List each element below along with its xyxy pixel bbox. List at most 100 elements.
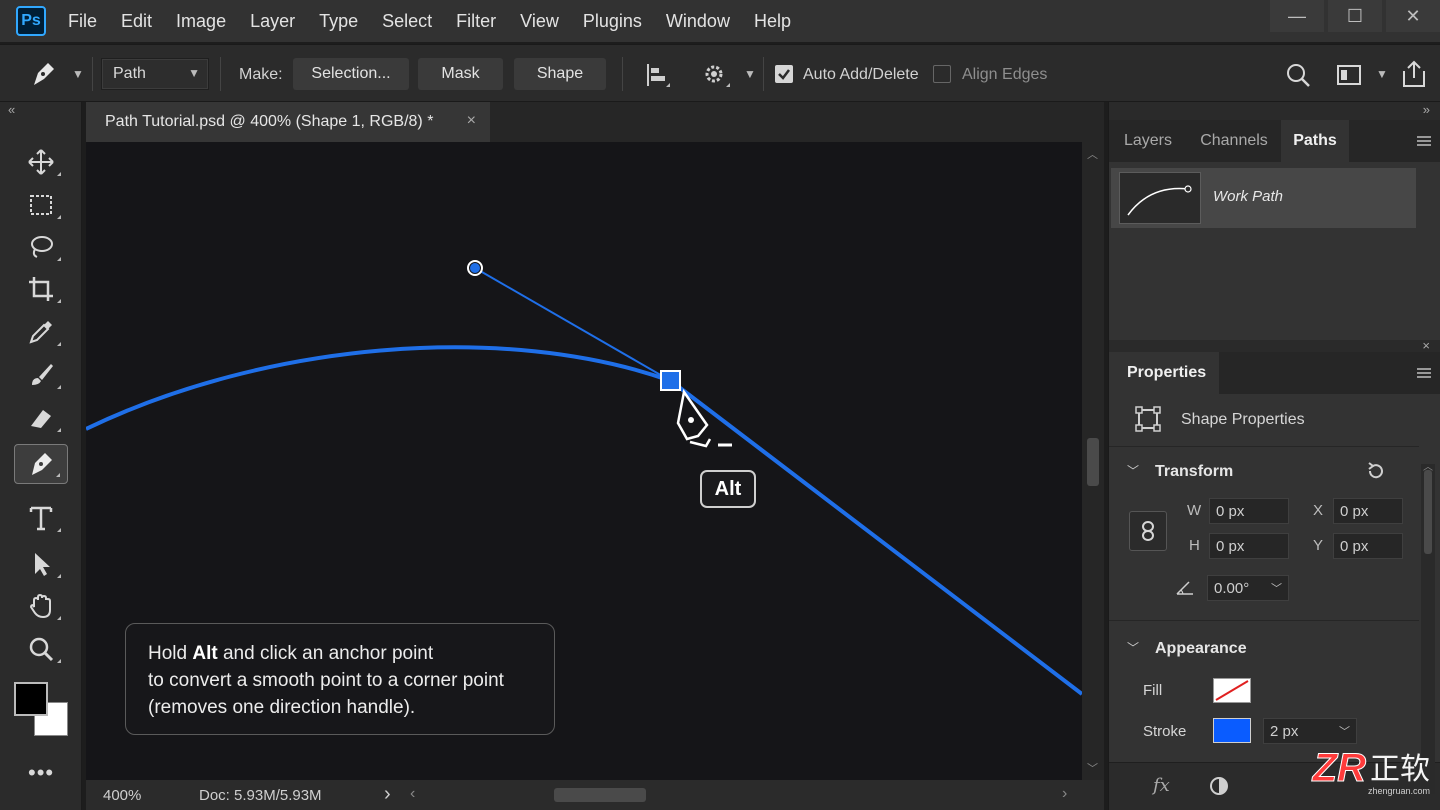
- maximize-button[interactable]: ☐: [1328, 0, 1382, 32]
- panel-menu-icon[interactable]: [1417, 368, 1431, 378]
- align-edges-label: Align Edges: [962, 66, 1048, 83]
- crop-tool[interactable]: [14, 269, 68, 309]
- y-value: 0 px: [1340, 537, 1369, 555]
- stroke-label: Stroke: [1143, 723, 1187, 740]
- workspace-button[interactable]: [1336, 63, 1364, 87]
- share-button[interactable]: [1400, 59, 1428, 89]
- lasso-tool[interactable]: [14, 227, 68, 267]
- fill-swatch[interactable]: [1213, 678, 1251, 703]
- angle-field[interactable]: 0.00° ﹀: [1207, 575, 1289, 601]
- y-field[interactable]: 0 px: [1333, 533, 1403, 559]
- menu-image[interactable]: Image: [176, 0, 226, 42]
- submenu-indicator: [57, 342, 61, 346]
- hand-tool[interactable]: [14, 586, 68, 626]
- stroke-width-field[interactable]: 2 px ﹀: [1263, 718, 1357, 744]
- menu-edit[interactable]: Edit: [121, 0, 152, 42]
- align-edges-checkbox[interactable]: [933, 65, 951, 83]
- close-window-button[interactable]: ✕: [1386, 0, 1440, 32]
- more-tools-icon[interactable]: •••: [28, 760, 54, 786]
- tool-preset-picker[interactable]: [26, 59, 66, 89]
- status-menu-arrow-icon[interactable]: ›: [384, 783, 391, 806]
- x-label: X: [1313, 502, 1324, 519]
- zoom-level[interactable]: 400%: [103, 787, 141, 804]
- watermark-cn: 正软: [1370, 753, 1430, 786]
- divider: [92, 57, 93, 91]
- tab-channels[interactable]: Channels: [1187, 120, 1281, 162]
- make-selection-button[interactable]: Selection...: [293, 58, 409, 90]
- auto-add-delete-checkbox[interactable]: [775, 65, 793, 83]
- mode-select-value: Path: [113, 65, 146, 82]
- width-value: 0 px: [1216, 502, 1245, 520]
- canvas-vertical-scrollbar[interactable]: ︿ ﹀: [1082, 142, 1104, 780]
- menu-window[interactable]: Window: [666, 0, 730, 42]
- menu-help[interactable]: Help: [754, 0, 791, 42]
- tab-properties[interactable]: Properties: [1109, 352, 1219, 394]
- fx-icon[interactable]: fx: [1153, 775, 1170, 796]
- scroll-right-icon[interactable]: ›: [1062, 785, 1067, 803]
- panel-menu-icon[interactable]: [1417, 136, 1431, 146]
- brush-tool[interactable]: [14, 355, 68, 395]
- close-panel-icon[interactable]: ×: [1422, 338, 1430, 353]
- width-field[interactable]: 0 px: [1209, 498, 1289, 524]
- type-tool[interactable]: [14, 498, 68, 538]
- chevron-down-icon[interactable]: ﹀: [1127, 462, 1139, 479]
- scrollbar-thumb[interactable]: [1424, 470, 1432, 554]
- stroke-swatch[interactable]: [1213, 718, 1251, 743]
- foreground-color-swatch[interactable]: [14, 682, 48, 716]
- chevron-down-icon[interactable]: ▼: [744, 67, 756, 81]
- chevron-down-icon: ▼: [188, 66, 200, 80]
- search-button[interactable]: [1284, 61, 1312, 89]
- path-options-button[interactable]: [700, 59, 732, 89]
- maximize-icon: ☐: [1346, 5, 1364, 26]
- anchor-point: [660, 370, 681, 391]
- close-tab-icon[interactable]: ×: [467, 112, 476, 130]
- height-field[interactable]: 0 px: [1209, 533, 1289, 559]
- menu-layer[interactable]: Layer: [250, 0, 295, 42]
- menu-select[interactable]: Select: [382, 0, 432, 42]
- path-alignment-button[interactable]: [642, 61, 672, 89]
- link-dimensions-button[interactable]: [1129, 511, 1167, 551]
- chevron-down-icon: ﹀: [1339, 726, 1350, 738]
- document-tab-title: Path Tutorial.psd @ 400% (Shape 1, RGB/8…: [105, 113, 434, 130]
- reset-transform-button[interactable]: [1365, 460, 1387, 482]
- submenu-indicator: [57, 428, 61, 432]
- move-tool[interactable]: [14, 142, 68, 182]
- scrollbar-thumb[interactable]: [1087, 438, 1099, 486]
- hint-text: Hold: [148, 643, 193, 664]
- scroll-down-icon[interactable]: ﹀: [1087, 760, 1098, 776]
- chevron-down-icon[interactable]: ▼: [72, 67, 84, 81]
- chevron-down-icon[interactable]: ▼: [1376, 67, 1388, 81]
- tab-layers[interactable]: Layers: [1109, 120, 1187, 162]
- scroll-up-icon[interactable]: ︿: [1087, 146, 1098, 162]
- make-shape-button[interactable]: Shape: [514, 58, 606, 90]
- minimize-button[interactable]: —: [1270, 0, 1324, 32]
- color-swatches[interactable]: [14, 682, 70, 738]
- eraser-tool[interactable]: [14, 398, 68, 438]
- path-row[interactable]: Work Path: [1111, 168, 1416, 228]
- path-selection-tool[interactable]: [14, 544, 68, 584]
- chevron-down-icon[interactable]: ﹀: [1127, 639, 1139, 656]
- eyedropper-tool[interactable]: [14, 312, 68, 352]
- zoom-tool[interactable]: [14, 629, 68, 669]
- divider: [622, 57, 623, 91]
- tab-paths[interactable]: Paths: [1281, 120, 1349, 162]
- menu-type[interactable]: Type: [319, 0, 358, 42]
- document-tab[interactable]: Path Tutorial.psd @ 400% (Shape 1, RGB/8…: [86, 102, 490, 142]
- properties-scrollbar[interactable]: ︿: [1421, 462, 1435, 794]
- menu-file[interactable]: File: [68, 0, 97, 42]
- pen-tool[interactable]: [14, 444, 68, 484]
- submenu-indicator: [57, 616, 61, 620]
- scroll-left-icon[interactable]: ‹: [410, 785, 415, 803]
- marquee-tool[interactable]: [14, 185, 68, 225]
- menu-filter[interactable]: Filter: [456, 0, 496, 42]
- make-mask-button[interactable]: Mask: [418, 58, 503, 90]
- mode-select[interactable]: Path ▼: [101, 58, 209, 90]
- menu-plugins[interactable]: Plugins: [583, 0, 642, 42]
- adjustment-icon[interactable]: [1209, 776, 1229, 796]
- collapse-panels-icon[interactable]: »: [1423, 102, 1430, 117]
- submenu-indicator: [56, 473, 60, 477]
- horizontal-scrollbar-thumb[interactable]: [554, 788, 646, 802]
- x-field[interactable]: 0 px: [1333, 498, 1403, 524]
- collapse-icon[interactable]: «: [8, 102, 15, 117]
- menu-view[interactable]: View: [520, 0, 559, 42]
